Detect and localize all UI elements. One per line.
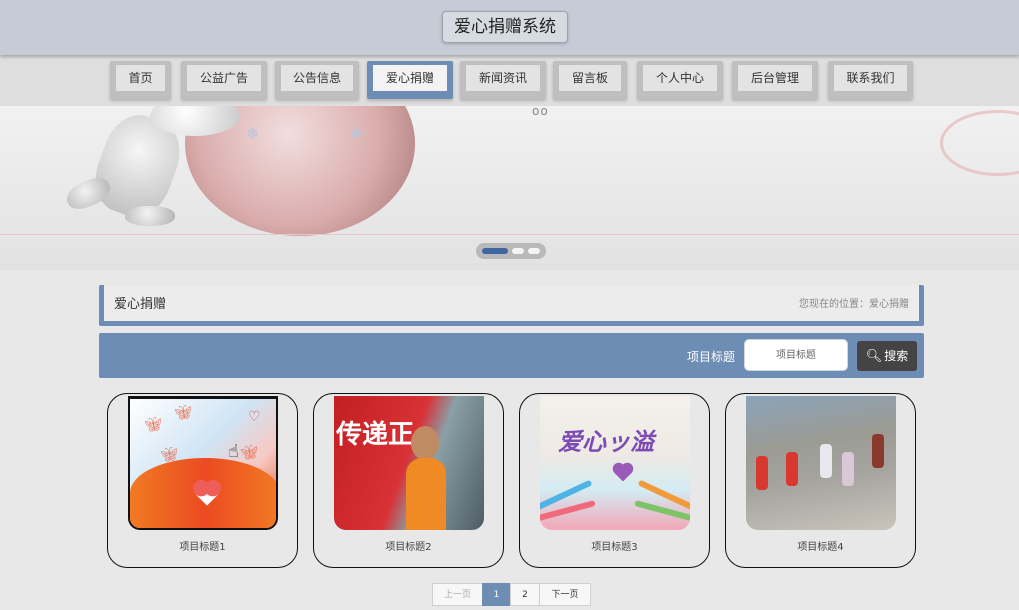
nav-item-contact[interactable]: 联系我们 <box>828 61 913 99</box>
banner-rope-image <box>940 110 1019 176</box>
carousel-dot-active[interactable] <box>482 248 508 254</box>
pointer-cursor-icon: ☝ <box>228 441 239 462</box>
nav-item-home[interactable]: 首页 <box>110 61 171 99</box>
loading-icon: oo <box>532 106 549 118</box>
nav-item-donation[interactable]: 爱心捐赠 <box>367 61 453 99</box>
search-button-label: 搜索 <box>884 349 909 363</box>
volunteer-figure <box>786 452 798 486</box>
volunteer-figure <box>872 434 884 468</box>
search-icon: 🔍︎ <box>865 349 883 364</box>
butterfly-icon: 🦋︎ <box>240 445 258 461</box>
search-input[interactable] <box>744 339 848 371</box>
project-card-4[interactable]: 项目标题4 <box>725 393 916 568</box>
carousel-dot[interactable] <box>512 248 524 254</box>
project-image-love-poster[interactable]: 爱心ッ溢 <box>540 396 690 530</box>
project-image-volunteers-sweeping[interactable] <box>746 396 896 530</box>
project-card-2[interactable]: 传递正 项目标题2 <box>313 393 504 568</box>
heart-icon <box>614 464 632 482</box>
butterfly-icon: 🦋︎ <box>144 417 162 433</box>
carousel-indicators <box>476 243 546 259</box>
nav-item-label: 留言板 <box>559 65 621 91</box>
snowflake-icon: ❄ <box>350 124 364 143</box>
nav-item-label: 个人中心 <box>643 65 717 91</box>
breadcrumb-path: 您现在的位置：爱心捐赠 <box>799 299 909 310</box>
project-title: 项目标题2 <box>385 542 432 553</box>
nav-item-label: 联系我们 <box>834 65 907 91</box>
nav-item-label: 公告信息 <box>281 65 353 91</box>
site-title: 爱心捐赠系统 <box>442 11 568 43</box>
snowflake-icon: ❄ <box>246 124 260 143</box>
carousel-dot[interactable] <box>528 248 540 254</box>
project-title: 项目标题1 <box>179 542 226 553</box>
next-page-button[interactable]: 下一页 <box>539 583 591 606</box>
project-image-volunteer-painting[interactable]: 传递正 <box>334 396 484 530</box>
banner-figure-leg <box>125 206 175 226</box>
banner-slogan-image: 传递正 <box>336 420 415 450</box>
banner-floor-line <box>0 234 1019 235</box>
nav-item-admin[interactable]: 后台管理 <box>732 61 818 99</box>
boy-shape <box>406 458 446 530</box>
butterfly-icon: 🦋︎ <box>174 405 192 421</box>
project-title: 项目标题3 <box>591 542 638 553</box>
nav-item-news[interactable]: 新闻资讯 <box>460 61 546 99</box>
nav-item-notices[interactable]: 公告信息 <box>275 61 359 99</box>
prev-page-button[interactable]: 上一页 <box>432 583 483 606</box>
heart-icon: ♡ <box>248 409 261 425</box>
main-nav: 首页 公益广告 公告信息 爱心捐赠 新闻资讯 留言板 个人中心 后台管理 联系我… <box>0 55 1019 106</box>
project-image-hands-heart[interactable]: 🦋︎ 🦋︎ 🦋︎ 🦋︎ ♡ <box>128 396 278 530</box>
nav-item-message-board[interactable]: 留言板 <box>553 61 627 99</box>
nav-item-label: 爱心捐赠 <box>373 65 447 91</box>
boy-head-shape <box>411 426 439 460</box>
page-title: 爱心捐赠 <box>114 297 167 312</box>
page-2-button[interactable]: 2 <box>510 583 540 606</box>
breadcrumb: 爱心捐赠 您现在的位置：爱心捐赠 <box>99 285 924 326</box>
volunteer-figure <box>756 456 768 490</box>
search-bar: 项目标题 🔍︎搜索 <box>99 333 924 378</box>
nav-item-label: 后台管理 <box>738 65 812 91</box>
volunteer-figure <box>820 444 832 478</box>
volunteer-figure <box>842 452 854 486</box>
site-header: 爱心捐赠系统 <box>0 0 1019 55</box>
nav-item-public-ads[interactable]: 公益广告 <box>181 61 267 99</box>
search-button[interactable]: 🔍︎ 搜索 <box>857 341 917 371</box>
banner-carousel[interactable]: ❄ ❄ oo <box>0 106 1019 270</box>
nav-item-label: 新闻资讯 <box>466 65 540 91</box>
nav-item-label: 首页 <box>116 65 165 91</box>
project-card-1[interactable]: 🦋︎ 🦋︎ 🦋︎ 🦋︎ ♡ 项目标题1 <box>107 393 298 568</box>
butterfly-icon: 🦋︎ <box>160 447 178 463</box>
page-1-button[interactable]: 1 <box>482 583 511 606</box>
nav-item-label: 公益广告 <box>187 65 261 91</box>
project-card-3[interactable]: 爱心ッ溢 项目标题3 <box>519 393 710 568</box>
project-title: 项目标题4 <box>797 542 844 553</box>
nav-item-personal-center[interactable]: 个人中心 <box>637 61 723 99</box>
search-label: 项目标题 <box>687 350 736 364</box>
poster-lettering-image: 爱心ッ溢 <box>558 428 654 456</box>
